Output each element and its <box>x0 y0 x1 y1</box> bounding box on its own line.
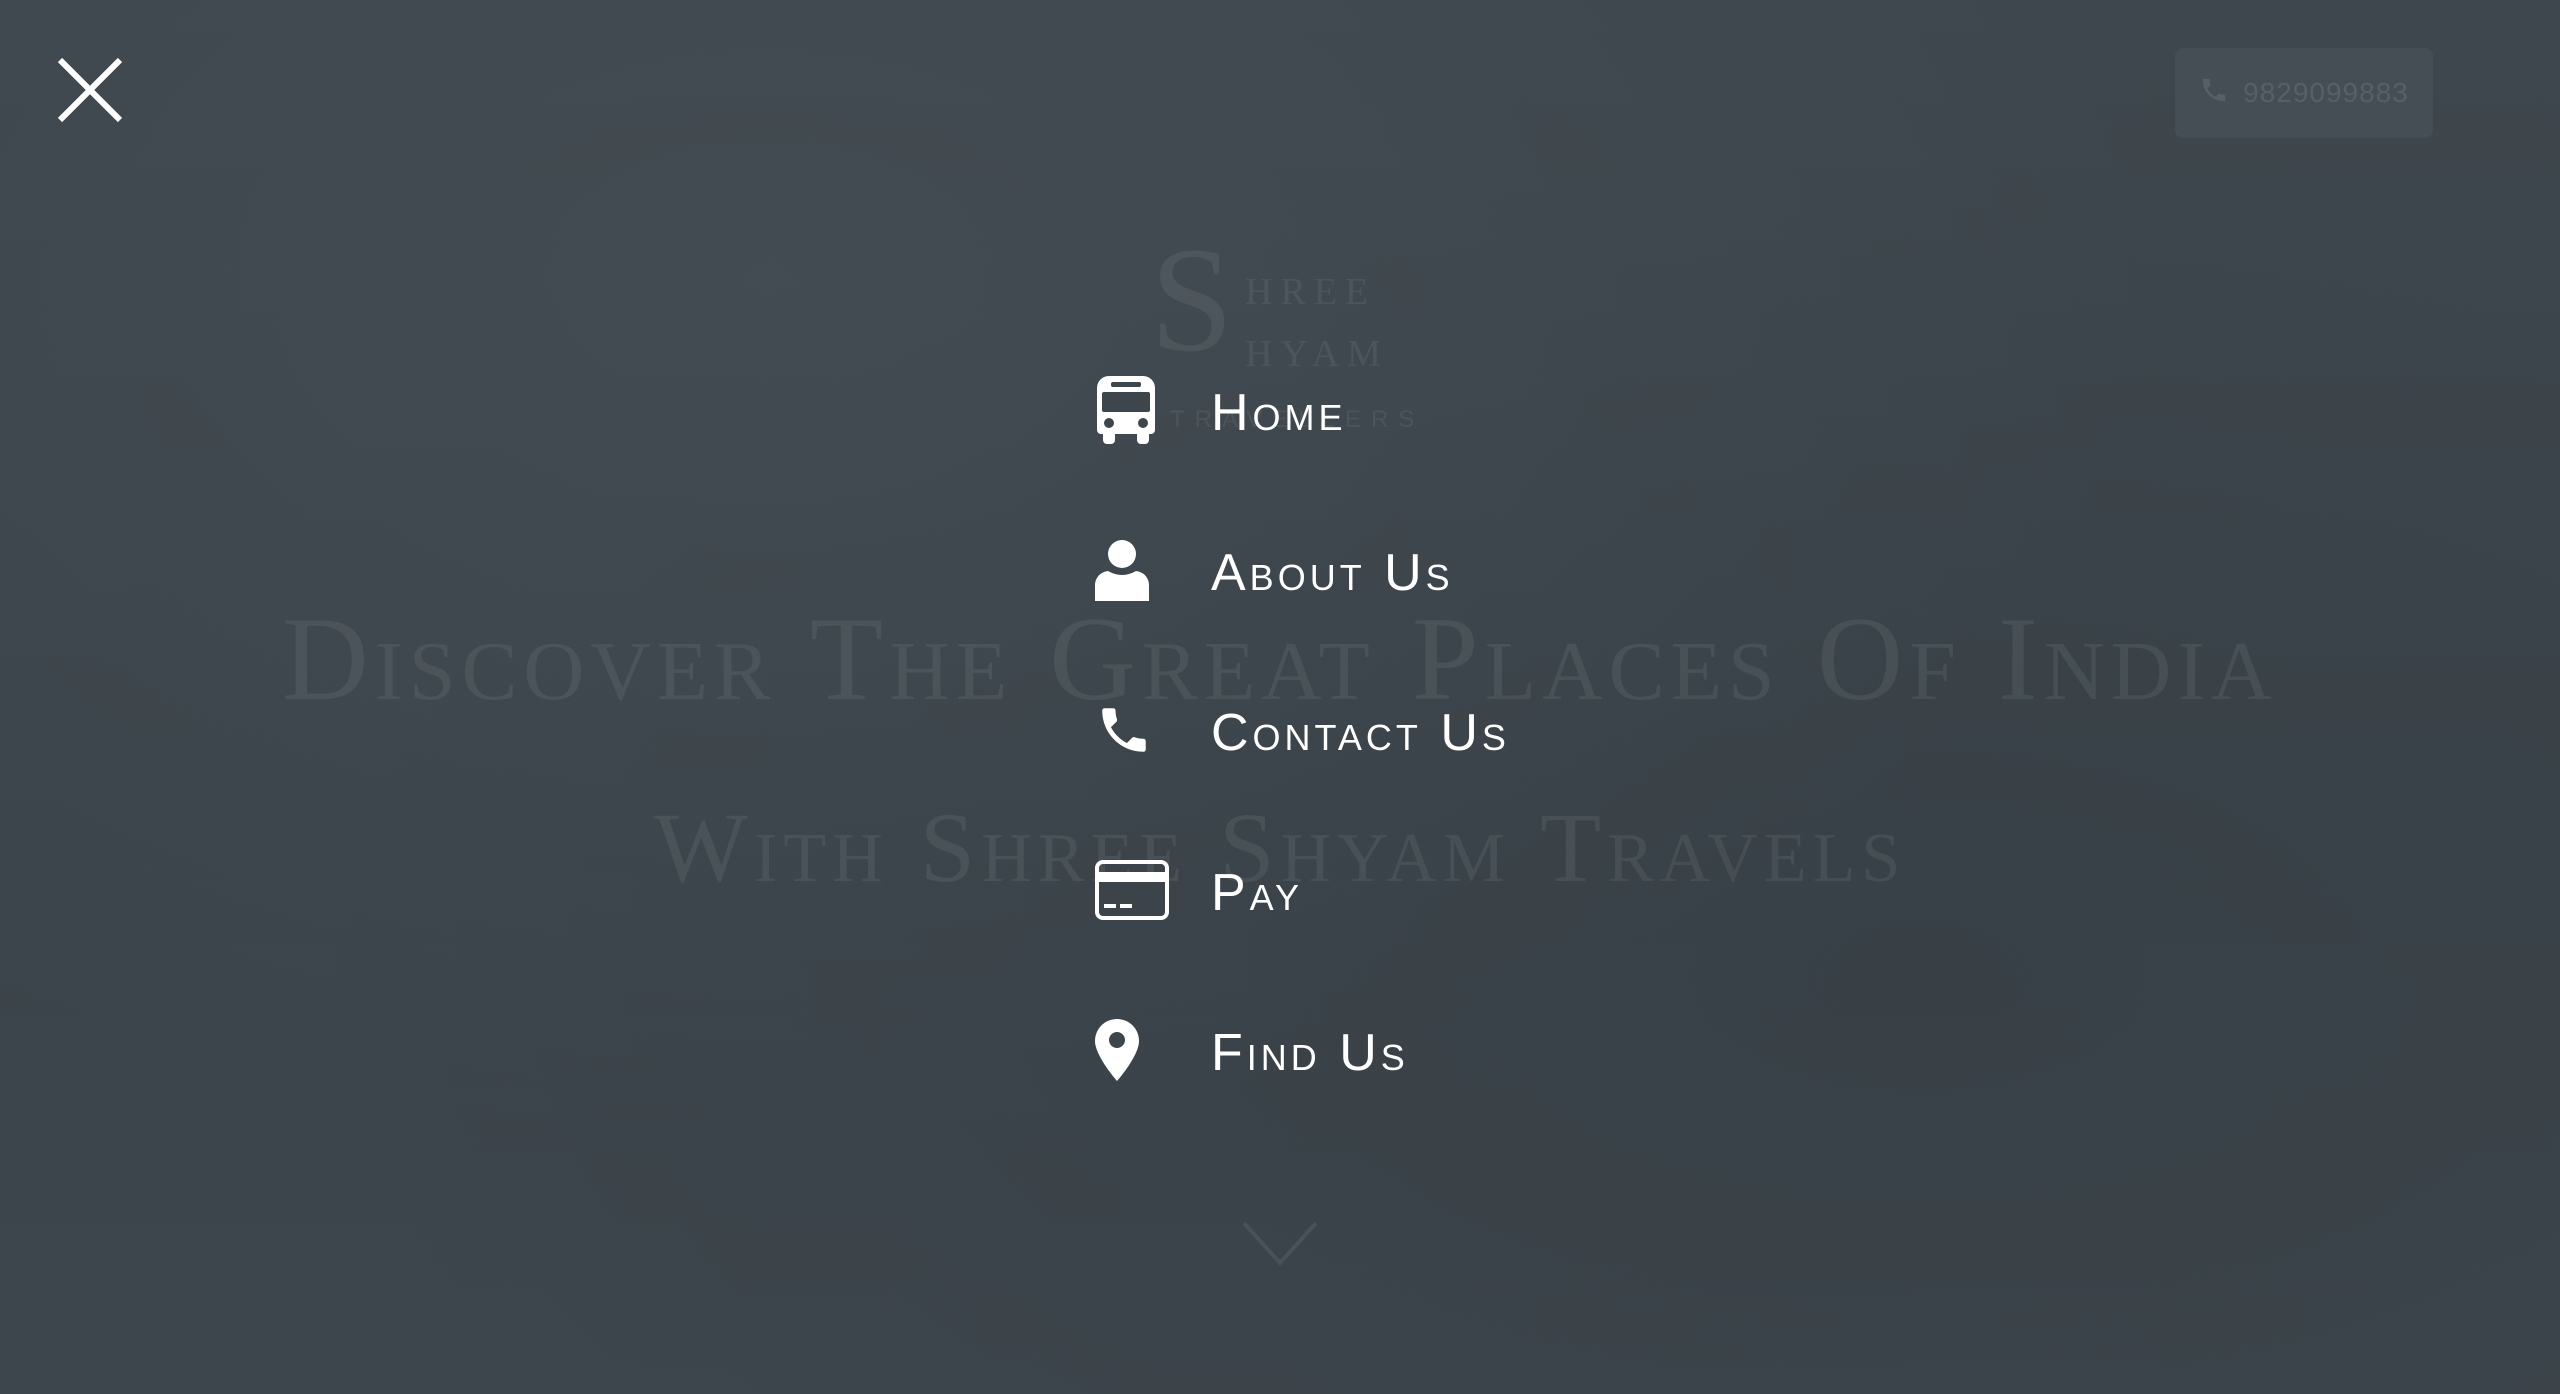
phone-icon <box>2199 75 2229 112</box>
menu-item-pay[interactable]: Pay <box>1095 810 1795 970</box>
menu-item-label: Home <box>1211 384 1347 442</box>
menu-item-contact-us[interactable]: Contact Us <box>1095 650 1795 810</box>
call-button-label: 9829099883 <box>2243 77 2409 108</box>
menu-item-label: Find Us <box>1211 1024 1409 1082</box>
chevron-down-icon <box>1240 1215 1320 1275</box>
bus-icon <box>1095 370 1211 450</box>
map-pin-icon <box>1095 1010 1211 1090</box>
menu-item-find-us[interactable]: Find Us <box>1095 970 1795 1130</box>
menu-item-about-us[interactable]: About Us <box>1095 490 1795 650</box>
close-menu-button[interactable] <box>52 52 128 128</box>
phone-icon <box>1095 690 1211 770</box>
credit-card-icon <box>1095 850 1211 930</box>
menu-item-label: About Us <box>1211 544 1454 602</box>
logo-line-1: hree <box>1245 256 1377 316</box>
menu-item-label: Pay <box>1211 864 1304 922</box>
call-button: 9829099883 <box>2175 48 2433 138</box>
close-icon <box>52 52 128 128</box>
overlay-navigation-menu: Home About Us Contact Us Pay Find Us <box>1095 330 1795 1130</box>
user-icon <box>1095 530 1211 610</box>
menu-item-label: Contact Us <box>1211 704 1510 762</box>
page: 9829099883 S hree hyam travellers Discov… <box>0 0 2560 1394</box>
menu-item-home[interactable]: Home <box>1095 330 1795 490</box>
